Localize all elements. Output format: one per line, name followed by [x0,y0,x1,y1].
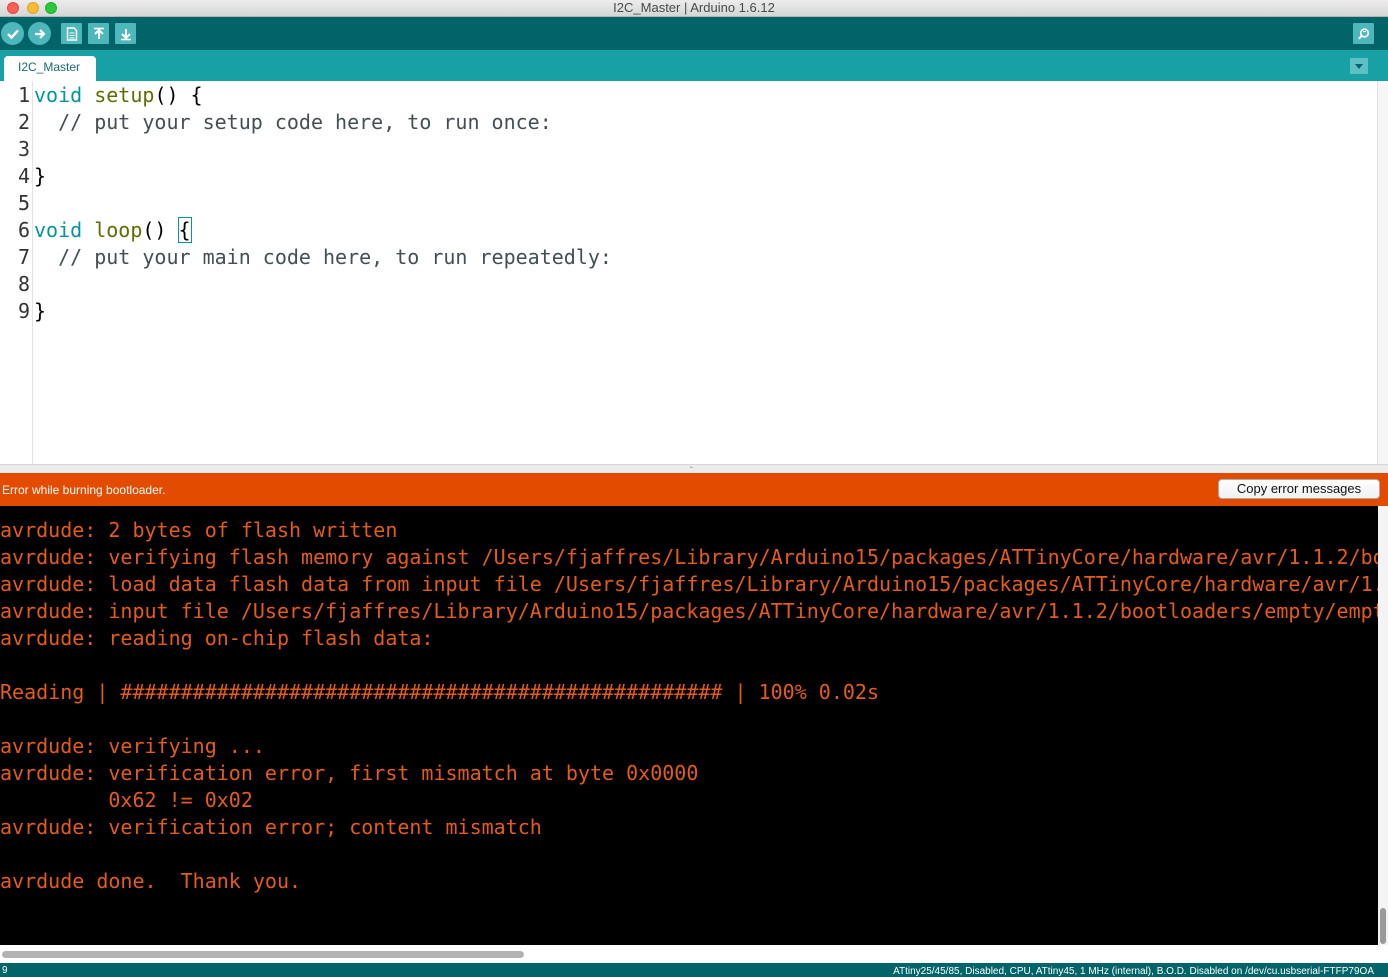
magnifier-icon [1357,27,1369,39]
console-line: avrdude: input file /Users/fjaffres/Libr… [0,599,1385,623]
open-sketch-button[interactable] [88,23,109,44]
console-line: 0x62 != 0x02 [0,788,253,812]
new-sketch-button[interactable] [61,23,82,44]
console-line: avrdude: 2 bytes of flash written [0,518,398,542]
new-file-icon [66,26,77,41]
code-line[interactable]: void loop() { [34,217,192,244]
line-number: 4 [17,164,30,188]
console-line: avrdude done. Thank you. [0,869,302,893]
save-arrow-down-icon [120,28,131,40]
code-editor[interactable]: 1 2 3 4 5 6 7 8 9 void setup() { // put … [0,81,1388,464]
save-sketch-button[interactable] [115,23,136,44]
console-output[interactable]: avrdude: 2 bytes of flash written avrdud… [0,506,1388,963]
chevron-down-icon [1355,63,1363,69]
console-line: avrdude: verification error; content mis… [0,815,542,839]
code-line[interactable]: } [34,163,46,190]
function-name: loop [94,218,143,242]
upload-button[interactable] [28,22,51,45]
line-number: 6 [17,218,30,242]
tab-menu-button[interactable] [1350,58,1368,74]
console-line: Reading | ##############################… [0,680,879,704]
console-line: avrdude: reading on-chip flash data: [0,626,434,650]
line-number: 1 [17,83,30,107]
matched-brace: { [177,217,192,243]
title-bar: I2C_Master | Arduino 1.6.12 [0,0,1388,17]
console-line: avrdude: verifying flash memory against … [0,545,1385,569]
console-vertical-scrollbar[interactable] [1378,506,1388,945]
bottom-status-bar: 9 ATtiny25/45/85, Disabled, CPU, ATtiny4… [0,963,1388,977]
console-vertical-scroll-thumb[interactable] [1380,908,1386,944]
code-text: () { [154,83,203,107]
line-number: 5 [17,191,30,215]
code-line[interactable]: // put your main code here, to run repea… [34,244,612,271]
keyword: void [34,83,83,107]
serial-monitor-button[interactable] [1353,23,1374,44]
code-line[interactable]: void setup() { [34,82,203,109]
tab-i2c-master[interactable]: I2C_Master [4,56,96,81]
line-number: 8 [17,272,30,296]
function-name: setup [94,83,155,107]
open-arrow-up-icon [93,27,104,39]
console-horizontal-scrollbar[interactable] [0,945,1388,963]
line-number: 7 [17,245,30,269]
verify-button[interactable] [1,22,24,45]
line-number-gutter: 1 2 3 4 5 6 7 8 9 [0,81,33,464]
error-status-bar: Error while burning bootloader. Copy err… [0,473,1388,506]
code-text: () [142,218,179,242]
console-line: avrdude: verification error, first misma… [0,761,699,785]
console-line: avrdude: load data flash data from input… [0,572,1385,596]
tab-strip: I2C_Master [0,50,1388,81]
board-port-info: ATtiny25/45/85, Disabled, CPU, ATtiny45,… [893,966,1374,977]
arrow-right-icon [34,28,46,39]
line-number: 9 [17,299,30,323]
toolbar [0,17,1388,50]
pane-divider[interactable]: ˆ [0,464,1388,475]
error-message: Error while burning bootloader. [2,483,166,497]
copy-error-messages-button[interactable]: Copy error messages [1218,479,1380,499]
editor-scrollbar[interactable] [1377,81,1388,464]
code-line[interactable]: } [34,298,46,325]
code-line[interactable]: // put your setup code here, to run once… [34,109,552,136]
window-title: I2C_Master | Arduino 1.6.12 [613,0,775,15]
check-icon [6,29,19,39]
current-line-number: 9 [2,965,8,976]
keyword: void [34,218,83,242]
line-number: 3 [17,137,30,161]
console-line: avrdude: verifying ... [0,734,265,758]
console-horizontal-scroll-thumb[interactable] [2,951,524,958]
line-number: 2 [17,110,30,134]
